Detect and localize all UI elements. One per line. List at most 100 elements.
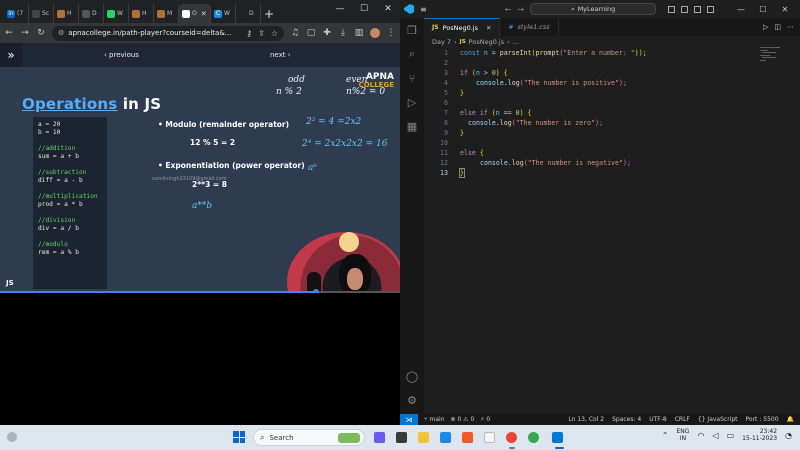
close-tab-icon[interactable]: ✕ [486,24,491,32]
minimize-icon[interactable]: — [730,5,752,14]
language-indicator[interactable]: ENG IN [677,428,690,442]
forward-icon[interactable]: → [20,28,30,38]
favicon-icon [157,9,165,18]
search-icon[interactable]: ⌕ [406,47,418,60]
source-control-icon[interactable]: ⑂ [406,72,418,85]
extensions-icon[interactable]: ✚ [322,28,332,38]
language-mode[interactable]: {} JavaScript [698,416,738,423]
clock[interactable]: 23:42 15-11-2023 [742,428,777,442]
problems-count[interactable]: ⊗ 0 ⚠ 0 [451,416,475,423]
browser-tab[interactable]: M [154,4,179,23]
remote-indicator-icon[interactable]: ⋊ [400,414,418,425]
browser-tab[interactable]: CW [211,4,236,23]
editor-tabs: JS PosNeg0.js ✕ # style1.css ▷ ◫ ⋯ [424,18,800,36]
media-icon[interactable]: ♫ [290,28,300,38]
account-icon[interactable]: ◯ [406,370,418,383]
weather-widget[interactable] [6,431,18,443]
notifications-icon[interactable]: ◔ [785,431,792,440]
next-link[interactable]: next › [270,51,291,59]
video-progress-handle[interactable] [313,289,319,293]
volume-icon[interactable]: ◁ [712,431,718,440]
minimize-icon[interactable]: — [328,0,352,18]
tab-posneg0-js[interactable]: JS PosNeg0.js ✕ [424,18,501,36]
video-progress-bar[interactable] [0,289,400,293]
live-server-port[interactable]: Port : 5500 [746,416,779,423]
toggle-sidebar-icon[interactable] [668,5,675,13]
chrome-profile-icon[interactable] [528,432,539,443]
slide-bullet-modulo: • Modulo (remainder operator) [158,120,290,129]
sidebar-toggle-icon[interactable]: » [0,43,22,67]
menu-icon[interactable]: ≡ [420,5,427,14]
minimap[interactable] [760,47,782,63]
new-tab-button[interactable]: + [261,4,277,23]
line-ending[interactable]: CRLF [675,416,690,423]
side-panel-icon[interactable]: ▥ [354,28,364,38]
video-capture-icon[interactable]: ▢ [306,28,316,38]
vscode-taskbar-icon[interactable] [552,432,563,443]
nav-forward-icon[interactable]: → [517,5,524,14]
toggle-secondary-sidebar-icon[interactable] [694,5,701,13]
chrome-icon[interactable] [506,432,517,443]
browser-tab[interactable]: O ✕ [179,4,211,23]
photos-icon[interactable] [484,432,495,443]
browser-tab[interactable]: W [104,4,129,23]
maximize-icon[interactable]: ☐ [352,0,376,18]
copilot-icon[interactable] [374,432,385,443]
previous-link[interactable]: ‹ previous [104,51,139,59]
search-icon: ⌕ [570,4,575,13]
file-explorer-icon[interactable] [418,432,429,443]
reload-icon[interactable]: ↻ [36,28,46,38]
brave-browser-icon[interactable] [462,432,473,443]
maximize-icon[interactable]: ☐ [752,5,774,14]
wifi-icon[interactable]: ◠ [697,431,704,440]
nav-back-icon[interactable]: ← [505,5,512,14]
profile-avatar[interactable] [370,28,380,38]
browser-tab[interactable]: D [79,4,104,23]
taskbar-search[interactable]: ⌕ Search [253,429,365,446]
browser-tab[interactable]: H [54,4,79,23]
kebab-menu-icon[interactable]: ⋮ [386,28,396,38]
task-view-icon[interactable] [396,432,407,443]
split-editor-icon[interactable]: ◫ [774,23,781,31]
close-tab-icon[interactable]: ✕ [201,10,207,18]
cursor-position[interactable]: Ln 13, Col 2 [568,416,604,423]
customize-layout-icon[interactable] [707,5,714,13]
mail-icon[interactable] [440,432,451,443]
close-icon[interactable]: ✕ [774,5,796,14]
instructor-face [347,268,363,290]
code-editor[interactable]: 1 const n = parseInt(prompt("Enter a num… [424,46,800,414]
downloads-icon[interactable]: ⤓ [338,28,348,38]
toggle-panel-icon[interactable] [681,5,688,13]
start-button[interactable] [233,431,245,443]
share-icon[interactable]: ⇪ [258,29,265,38]
indentation[interactable]: Spaces: 4 [612,416,641,423]
browser-tab-label: W [224,10,230,17]
browser-tab[interactable]: H [129,4,154,23]
run-icon[interactable]: ▷ [763,23,768,31]
encoding[interactable]: UTF-8 [649,416,667,423]
explorer-icon[interactable]: ❐ [406,24,418,37]
close-icon[interactable]: ✕ [376,0,400,18]
command-center-search[interactable]: ⌕ MyLearning [530,3,657,15]
key-icon[interactable]: ⚷ [246,29,252,38]
battery-icon[interactable]: ▭ [727,431,735,440]
layout-controls [668,5,714,13]
site-info-icon[interactable]: ⚙ [58,29,64,37]
video-player[interactable]: Operations in JS a = 20 b = 10 //additio… [0,67,400,293]
extensions-icon[interactable]: ▦ [406,120,418,133]
code-line: 11 else { [440,149,484,157]
address-bar[interactable]: ⚙ apnacollege.in/path-player?courseid=de… [52,25,284,41]
browser-tab[interactable]: D [236,4,261,23]
more-actions-icon[interactable]: ⋯ [787,23,794,31]
bookmark-star-icon[interactable]: ☆ [271,29,278,38]
chevron-up-icon[interactable]: ⌃ [662,431,669,440]
back-icon[interactable]: ← [4,28,14,38]
browser-tab[interactable]: Sc [29,4,54,23]
ports-count[interactable]: ⚡ 0 [480,416,490,423]
settings-gear-icon[interactable]: ⚙ [406,394,418,407]
notifications-bell-icon[interactable]: 🔔 [787,416,794,423]
browser-tab[interactable]: in (7 [4,4,29,23]
git-branch[interactable]: ⑂ main [424,416,445,423]
tab-style1-css[interactable]: # style1.css [500,18,559,36]
run-debug-icon[interactable]: ▷ [406,96,418,109]
